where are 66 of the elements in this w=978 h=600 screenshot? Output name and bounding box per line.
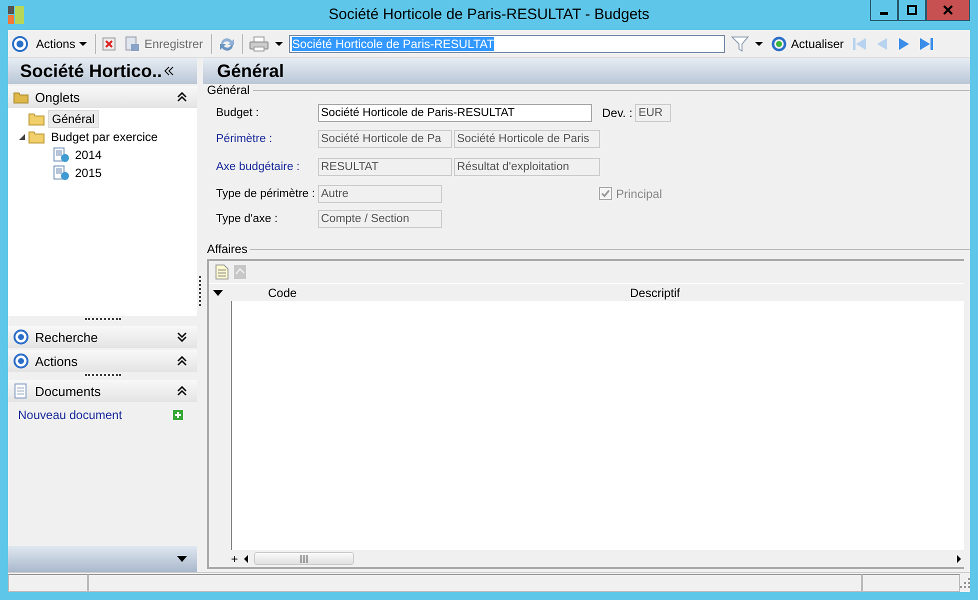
checkbox-icon xyxy=(599,187,612,200)
minimize-icon xyxy=(880,12,888,14)
sidebar-title: Société Hortico.. xyxy=(20,60,162,82)
scrollbar-thumb[interactable] xyxy=(254,552,354,565)
app-icon xyxy=(8,6,24,24)
document-icon xyxy=(52,147,70,163)
collapse-icon xyxy=(177,92,187,102)
maximize-icon xyxy=(906,4,918,16)
sync-icon[interactable] xyxy=(218,36,236,52)
group-title: Affaires xyxy=(207,242,248,256)
group-title: Général xyxy=(207,83,250,97)
resize-grip-icon[interactable] xyxy=(960,578,970,588)
caret-icon[interactable] xyxy=(275,40,284,46)
delete-icon[interactable] xyxy=(102,36,116,50)
maximize-button[interactable] xyxy=(898,0,926,21)
save-icon xyxy=(124,36,140,52)
tree-item[interactable]: 2014 xyxy=(72,147,105,163)
field-label: Dev. : xyxy=(602,106,632,120)
refresh-button[interactable]: Actualiser xyxy=(769,32,846,54)
folder-icon xyxy=(28,112,46,126)
add-icon[interactable] xyxy=(173,410,183,420)
actions-menu[interactable]: Actions xyxy=(34,32,90,54)
collapse-icon xyxy=(177,386,187,396)
folder-icon xyxy=(13,90,29,104)
document-icon xyxy=(52,165,70,181)
expand-icon xyxy=(177,332,187,342)
target-icon[interactable] xyxy=(12,36,28,52)
target-icon xyxy=(13,353,29,369)
section-header[interactable]: Recherche xyxy=(8,326,197,348)
column-header[interactable]: Code xyxy=(231,286,593,300)
column-header[interactable]: Descriptif xyxy=(593,286,680,300)
section-header[interactable]: Actions xyxy=(8,350,197,372)
close-icon xyxy=(942,4,954,16)
add-row-button[interactable]: + xyxy=(231,552,238,566)
field-label: Type d'axe : xyxy=(216,212,279,224)
field-label: Type de périmètre : xyxy=(216,188,316,200)
collapse-icon[interactable] xyxy=(164,66,174,76)
caret-icon xyxy=(79,40,88,46)
field-label[interactable]: Axe budgétaire : xyxy=(216,161,318,173)
caret-icon[interactable] xyxy=(755,40,764,46)
tree-item[interactable]: Budget par exercice xyxy=(48,129,161,145)
field-label[interactable]: Périmètre : xyxy=(216,133,318,145)
page-title: Général xyxy=(217,60,284,82)
document-icon xyxy=(13,383,29,399)
expander-icon[interactable] xyxy=(18,133,26,141)
collapse-icon xyxy=(177,356,187,366)
tree-item[interactable]: Général xyxy=(48,110,99,128)
caret-icon[interactable] xyxy=(213,290,223,296)
field-label: Budget : xyxy=(216,106,260,118)
close-button[interactable] xyxy=(926,0,970,21)
scroll-right-icon[interactable] xyxy=(954,552,964,564)
new-document-link[interactable]: Nouveau document xyxy=(18,408,122,422)
section-header[interactable]: Onglets xyxy=(8,86,197,108)
tree-item[interactable]: 2015 xyxy=(72,165,105,181)
printer-icon[interactable] xyxy=(249,36,270,52)
last-record-icon[interactable] xyxy=(918,36,934,52)
window-title: Société Horticole de Paris-RESULTAT - Budgets xyxy=(328,6,650,23)
filter-icon[interactable] xyxy=(731,34,750,52)
target-icon xyxy=(13,329,29,345)
refresh-icon xyxy=(771,36,788,52)
folder-icon xyxy=(28,130,46,144)
section-header[interactable]: Documents xyxy=(8,380,197,402)
caret-icon[interactable] xyxy=(177,556,187,562)
new-record-icon[interactable] xyxy=(215,264,229,280)
text-field[interactable]: Société Horticole de Paris-RESULTAT xyxy=(318,104,592,122)
minimize-button[interactable] xyxy=(870,0,898,21)
